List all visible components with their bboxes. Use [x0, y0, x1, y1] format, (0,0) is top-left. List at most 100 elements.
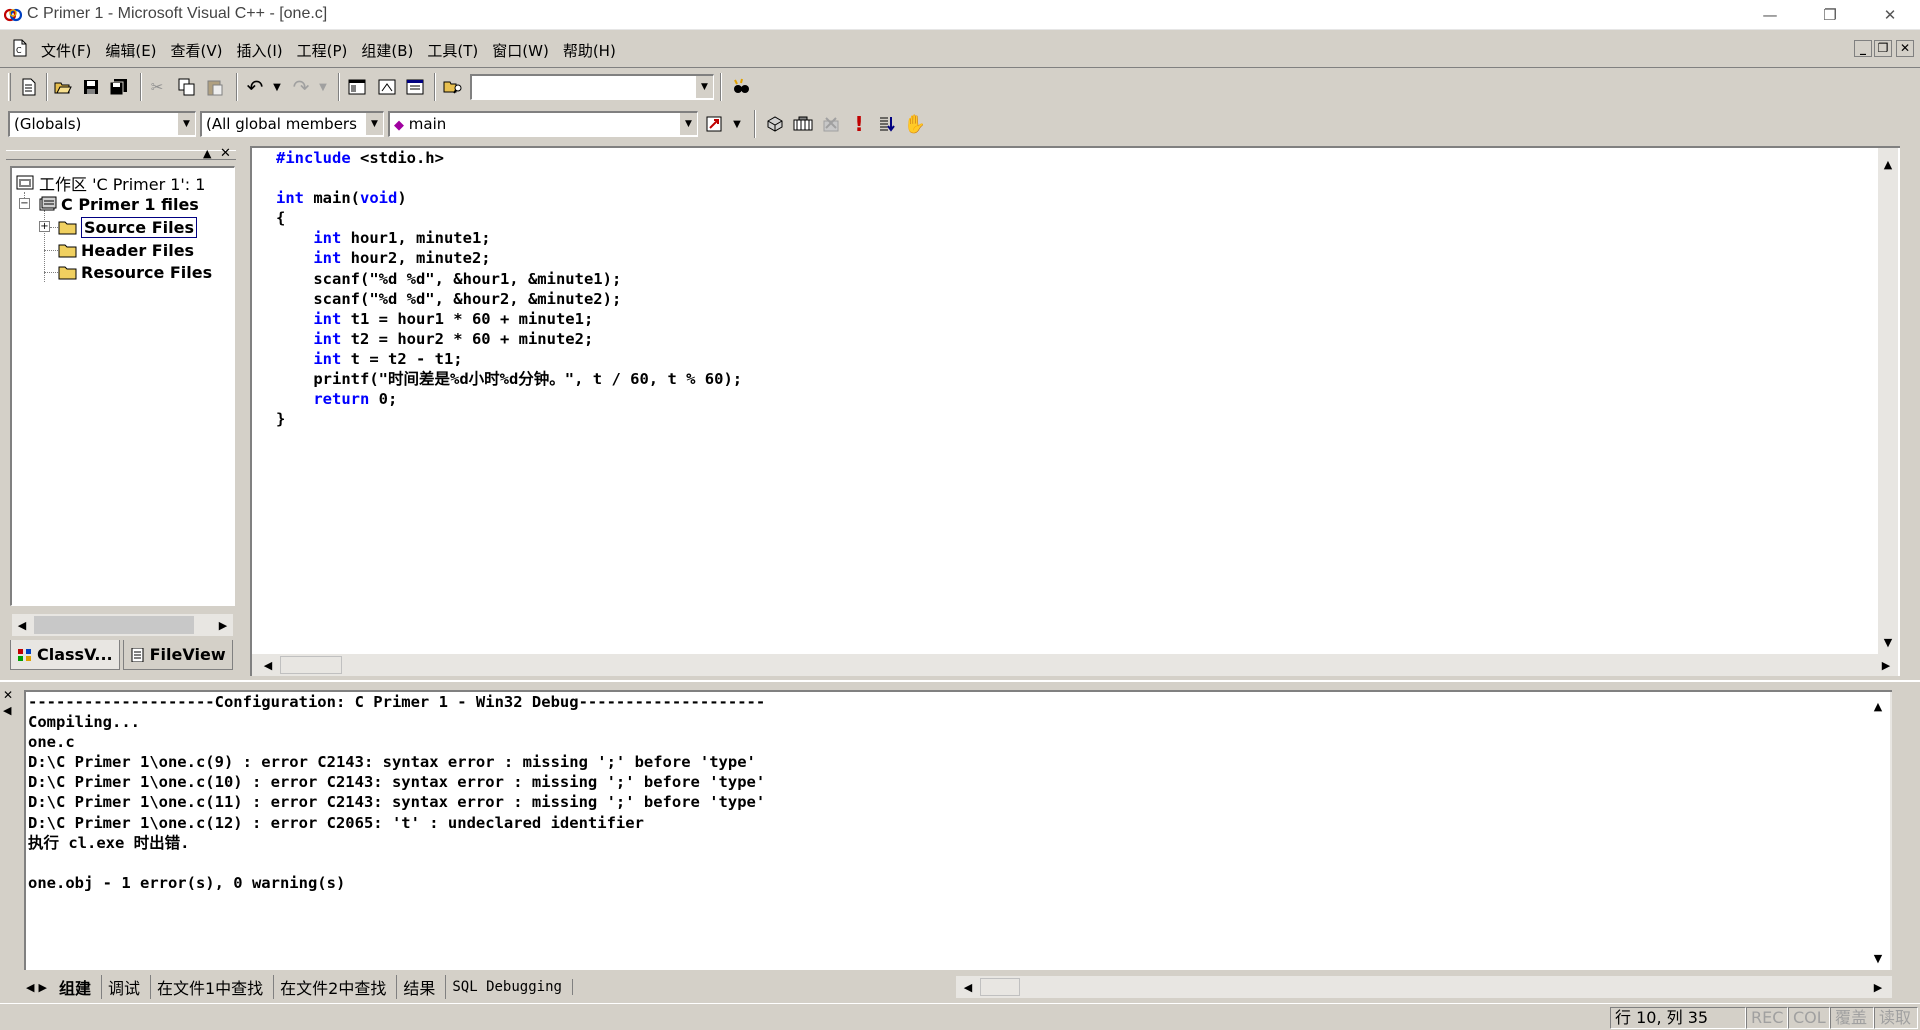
- stop-build-icon[interactable]: [818, 111, 844, 137]
- code-line[interactable]: {: [276, 208, 742, 228]
- code-line[interactable]: int main(void): [276, 188, 742, 208]
- paste-icon[interactable]: [202, 74, 228, 100]
- output-text[interactable]: --------------------Configuration: C Pri…: [24, 690, 1892, 970]
- scroll-right-icon[interactable]: ▶: [1876, 655, 1896, 675]
- tab-scroll-right-icon[interactable]: ▶: [36, 981, 52, 994]
- output-line[interactable]: one.c: [28, 732, 765, 752]
- tab-fileview[interactable]: FileView: [122, 640, 233, 670]
- output-line[interactable]: D:\C Primer 1\one.c(10) : error C2143: s…: [28, 772, 765, 792]
- chevron-down-icon[interactable]: ▼: [365, 113, 383, 135]
- menu-project[interactable]: 工程(P): [291, 38, 354, 63]
- scroll-thumb[interactable]: [980, 978, 1020, 996]
- code-line[interactable]: int t2 = hour2 * 60 + minute2;: [276, 329, 742, 349]
- undo-dropdown-icon[interactable]: ▼: [264, 74, 290, 100]
- scroll-left-icon[interactable]: ◀: [958, 977, 978, 997]
- menu-view[interactable]: 查看(V): [165, 38, 229, 63]
- scroll-right-icon[interactable]: ▶: [213, 615, 233, 635]
- wizard-action-dropdown-icon[interactable]: ▼: [724, 111, 750, 137]
- output-line[interactable]: Compiling...: [28, 712, 765, 732]
- code-line[interactable]: #include <stdio.h>: [276, 148, 742, 168]
- tree-item-workspace[interactable]: 工作区 'C Primer 1': 1: [16, 172, 205, 194]
- scroll-right-icon[interactable]: ▶: [1868, 977, 1888, 997]
- mdi-close-button[interactable]: ✕: [1896, 40, 1914, 57]
- breakpoint-hand-icon[interactable]: ✋: [902, 111, 928, 137]
- pane-maximize-icon[interactable]: ◀: [3, 704, 11, 717]
- tab-classview[interactable]: ClassV...: [10, 640, 120, 670]
- output-line[interactable]: one.obj - 1 error(s), 0 warning(s): [28, 873, 765, 893]
- document-icon[interactable]: C: [12, 39, 28, 57]
- window-list-icon[interactable]: [402, 74, 428, 100]
- code-line[interactable]: scanf("%d %d", &hour2, &minute2);: [276, 289, 742, 309]
- code-line[interactable]: scanf("%d %d", &hour1, &minute1);: [276, 269, 742, 289]
- scroll-left-icon[interactable]: ◀: [12, 615, 32, 635]
- menu-edit[interactable]: 编辑(E): [99, 38, 162, 63]
- editor-hscrollbar[interactable]: ◀ ▶: [252, 654, 1898, 676]
- chevron-down-icon[interactable]: ▼: [695, 76, 713, 98]
- restore-button[interactable]: ❐: [1800, 0, 1860, 30]
- code-line[interactable]: int t = t2 - t1;: [276, 349, 742, 369]
- tab-results[interactable]: 结果: [397, 975, 447, 999]
- build-icon[interactable]: [790, 111, 816, 137]
- code-line[interactable]: int hour1, minute1;: [276, 228, 742, 248]
- output-line[interactable]: D:\C Primer 1\one.c(11) : error C2143: s…: [28, 792, 765, 812]
- chevron-down-icon[interactable]: ▼: [679, 113, 697, 135]
- execute-icon[interactable]: !: [846, 111, 872, 137]
- editor-vscrollbar[interactable]: ▲ ▼: [1878, 148, 1898, 654]
- editor-margin[interactable]: [252, 148, 274, 658]
- class-combo[interactable]: (Globals) ▼: [8, 111, 196, 137]
- menu-help[interactable]: 帮助(H): [557, 38, 622, 63]
- code-line[interactable]: int t1 = hour1 * 60 + minute1;: [276, 309, 742, 329]
- menu-tools[interactable]: 工具(T): [421, 38, 484, 63]
- scroll-up-icon[interactable]: ▲: [1868, 696, 1888, 716]
- workspace-window-icon[interactable]: [344, 74, 370, 100]
- expand-icon[interactable]: +: [39, 221, 50, 232]
- minimize-button[interactable]: —: [1740, 0, 1800, 30]
- code-line[interactable]: [276, 168, 742, 188]
- output-line[interactable]: [28, 853, 765, 873]
- filter-combo[interactable]: (All global members ▼: [200, 111, 384, 137]
- scroll-down-icon[interactable]: ▼: [1868, 948, 1888, 968]
- copy-icon[interactable]: [174, 74, 200, 100]
- tab-scroll-left-icon[interactable]: ◀: [24, 981, 36, 994]
- source-code[interactable]: #include <stdio.h> int main(void){ int h…: [276, 148, 742, 429]
- code-line[interactable]: return 0;: [276, 389, 742, 409]
- menu-build[interactable]: 组建(B): [355, 38, 419, 63]
- workspace-hscrollbar[interactable]: ◀ ▶: [12, 614, 233, 636]
- cut-icon[interactable]: ✂: [144, 74, 170, 100]
- mdi-restore-button[interactable]: ❐: [1874, 40, 1892, 57]
- chevron-down-icon[interactable]: ▼: [177, 113, 195, 135]
- tree-item-source-files[interactable]: Source Files: [58, 216, 197, 238]
- find-in-files-icon[interactable]: [440, 74, 466, 100]
- menu-window[interactable]: 窗口(W): [486, 38, 555, 63]
- code-line[interactable]: int hour2, minute2;: [276, 248, 742, 268]
- scroll-left-icon[interactable]: ◀: [258, 655, 278, 675]
- find-icon[interactable]: [728, 74, 754, 100]
- tab-debug[interactable]: 调试: [102, 975, 151, 999]
- output-vscrollbar[interactable]: ▲ ▼: [1874, 692, 1892, 970]
- compile-icon[interactable]: [762, 111, 788, 137]
- output-line[interactable]: --------------------Configuration: C Pri…: [28, 692, 765, 712]
- tab-build[interactable]: 组建: [53, 975, 102, 999]
- output-window-icon[interactable]: [374, 74, 400, 100]
- find-combo[interactable]: ▼: [470, 74, 714, 100]
- output-line[interactable]: 执行 cl.exe 时出错.: [28, 833, 765, 853]
- pane-close-icon[interactable]: ✕: [220, 146, 231, 161]
- toolbar-grip[interactable]: [8, 73, 11, 101]
- code-line[interactable]: printf("时间差是%d小时%d分钟。", t / 60, t % 60);: [276, 369, 742, 389]
- scroll-thumb[interactable]: [280, 656, 342, 674]
- scroll-up-icon[interactable]: ▲: [1878, 154, 1898, 174]
- tab-sql-debugging[interactable]: SQL Debugging: [446, 979, 573, 995]
- mdi-minimize-button[interactable]: _: [1854, 40, 1872, 57]
- output-hscrollbar[interactable]: ◀ ▶: [956, 976, 1892, 998]
- tree-item-header-files[interactable]: Header Files: [58, 239, 194, 261]
- output-line[interactable]: D:\C Primer 1\one.c(9) : error C2143: sy…: [28, 752, 765, 772]
- menu-insert[interactable]: 插入(I): [231, 38, 289, 63]
- collapse-icon[interactable]: −: [19, 198, 30, 209]
- tree-item-resource-files[interactable]: Resource Files: [58, 261, 212, 283]
- code-editor[interactable]: #include <stdio.h> int main(void){ int h…: [250, 146, 1900, 676]
- close-button[interactable]: ✕: [1860, 0, 1920, 30]
- save-icon[interactable]: [78, 74, 104, 100]
- new-text-file-icon[interactable]: [16, 74, 42, 100]
- build-log[interactable]: --------------------Configuration: C Pri…: [28, 692, 765, 893]
- scroll-down-icon[interactable]: ▼: [1878, 632, 1898, 652]
